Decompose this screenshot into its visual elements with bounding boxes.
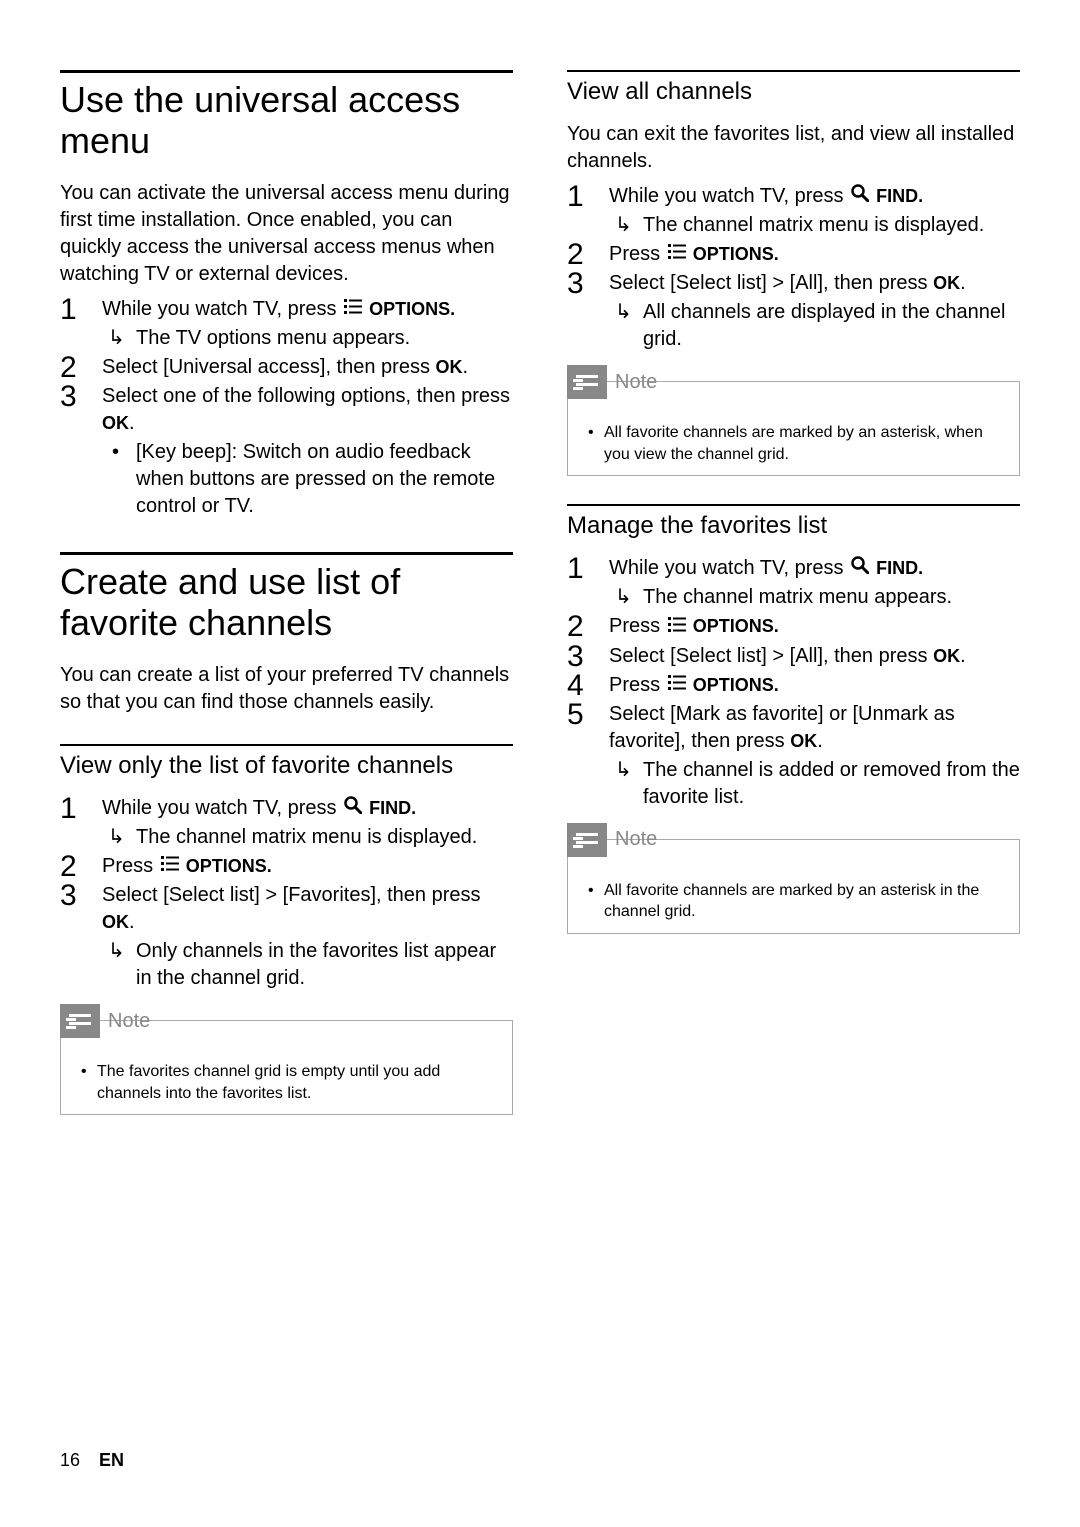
step-item: Press OPTIONS. — [567, 613, 1020, 640]
step-item: Select one of the following options, the… — [60, 383, 513, 520]
language-label: EN — [99, 1450, 124, 1470]
steps-list: While you watch TV, press FIND. The chan… — [567, 183, 1020, 353]
steps-list: While you watch TV, press FIND. The chan… — [60, 795, 513, 992]
note-box: Note All favorite channels are marked by… — [567, 381, 1020, 476]
note-label: Note — [615, 371, 657, 394]
left-column: Use the universal access menu You can ac… — [60, 70, 513, 1115]
step-item: Select [Select list] > [All], then press… — [567, 270, 1020, 353]
bullet-item: [Key beep]: Switch on audio feedback whe… — [102, 439, 513, 520]
find-icon — [851, 555, 869, 582]
find-icon — [344, 795, 362, 822]
step-item: Press OPTIONS. — [567, 241, 1020, 268]
step-item: Press OPTIONS. — [567, 672, 1020, 699]
result-text: The channel matrix menu appears. — [609, 584, 1020, 611]
step-item: While you watch TV, press FIND. The chan… — [60, 795, 513, 851]
note-label: Note — [615, 828, 657, 851]
step-item: While you watch TV, press OPTIONS. The T… — [60, 296, 513, 352]
intro-text: You can exit the favorites list, and vie… — [567, 121, 1020, 175]
section-heading: Create and use list of favorite channels — [60, 552, 513, 644]
step-item: Press OPTIONS. — [60, 853, 513, 880]
note-text: The favorites channel grid is empty unti… — [77, 1061, 496, 1104]
subsection-heading: View only the list of favorite channels — [60, 744, 513, 781]
note-icon — [60, 1004, 100, 1038]
note-icon — [567, 823, 607, 857]
step-item: While you watch TV, press FIND. The chan… — [567, 555, 1020, 611]
step-item: Select [Mark as favorite] or [Unmark as … — [567, 701, 1020, 811]
note-icon — [567, 365, 607, 399]
subsection-heading: View all channels — [567, 70, 1020, 107]
options-icon — [668, 241, 686, 268]
steps-list: While you watch TV, press OPTIONS. The T… — [60, 296, 513, 520]
step-item: Select [Select list] > [Favorites], then… — [60, 882, 513, 992]
section-heading: Use the universal access menu — [60, 70, 513, 162]
note-box: Note The favorites channel grid is empty… — [60, 1020, 513, 1115]
step-item: While you watch TV, press FIND. The chan… — [567, 183, 1020, 239]
note-text: All favorite channels are marked by an a… — [584, 880, 1003, 923]
result-text: The channel matrix menu is displayed. — [609, 212, 1020, 239]
result-text: The channel matrix menu is displayed. — [102, 824, 513, 851]
options-icon — [161, 853, 179, 880]
steps-list: While you watch TV, press FIND. The chan… — [567, 555, 1020, 811]
options-icon — [668, 672, 686, 699]
step-item: Select [Select list] > [All], then press… — [567, 643, 1020, 670]
subsection-heading: Manage the favorites list — [567, 504, 1020, 541]
note-text: All favorite channels are marked by an a… — [584, 422, 1003, 465]
options-icon — [344, 296, 362, 323]
note-label: Note — [108, 1010, 150, 1033]
step-item: Select [Universal access], then press OK… — [60, 354, 513, 381]
note-box: Note All favorite channels are marked by… — [567, 839, 1020, 934]
options-icon — [668, 614, 686, 641]
intro-text: You can create a list of your preferred … — [60, 662, 513, 716]
result-text: The channel is added or removed from the… — [609, 757, 1020, 811]
page-number: 16 — [60, 1450, 80, 1470]
result-text: Only channels in the favorites list appe… — [102, 938, 513, 992]
intro-text: You can activate the universal access me… — [60, 180, 513, 288]
right-column: View all channels You can exit the favor… — [567, 70, 1020, 1115]
find-icon — [851, 183, 869, 210]
page-footer: 16 EN — [60, 1450, 124, 1471]
result-text: The TV options menu appears. — [102, 325, 513, 352]
result-text: All channels are displayed in the channe… — [609, 299, 1020, 353]
